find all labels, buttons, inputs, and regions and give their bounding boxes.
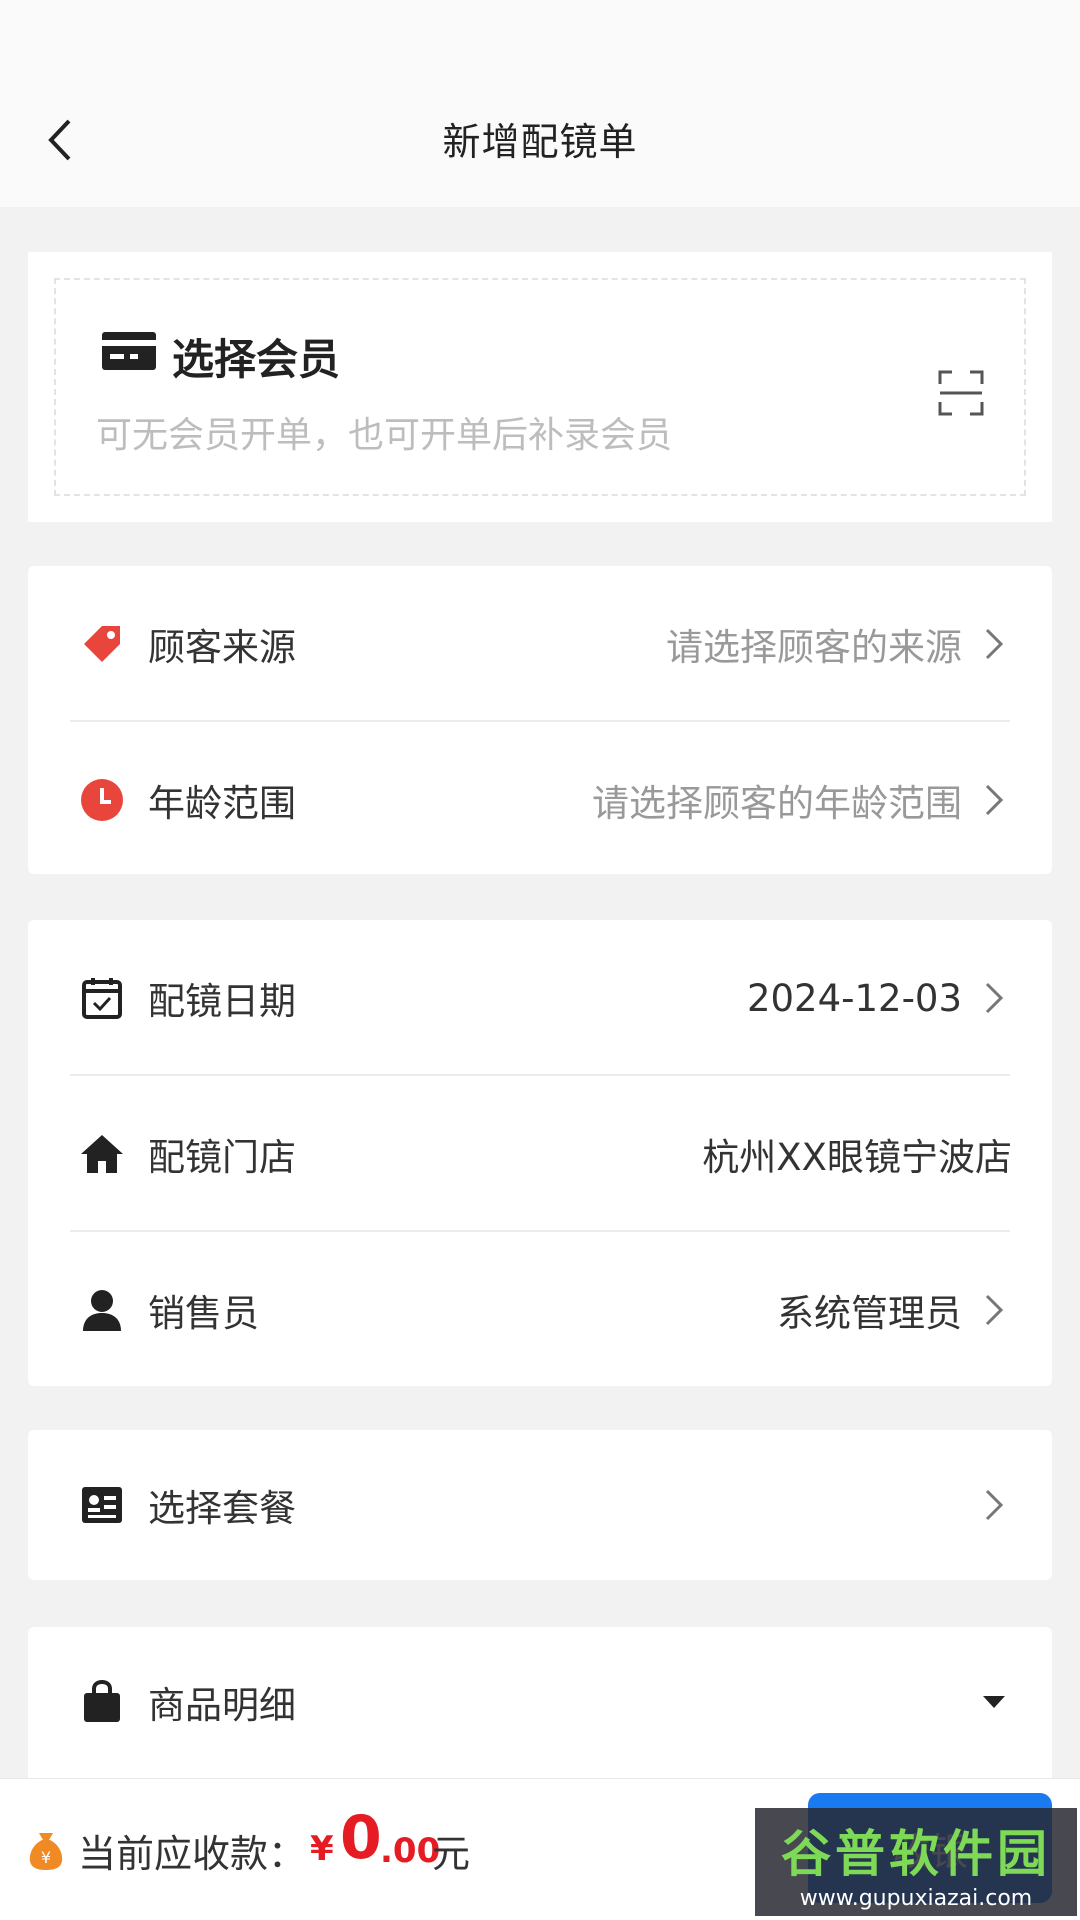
order-store-label: 配镜门店 bbox=[148, 1136, 296, 1179]
amount-label: 当前应收款： bbox=[78, 1832, 307, 1876]
amount-currency: ¥ bbox=[310, 1829, 334, 1869]
package-icon bbox=[82, 1487, 122, 1523]
package-label: 选择套餐 bbox=[148, 1487, 296, 1530]
seller-row[interactable]: 销售员 系统管理员 bbox=[68, 1232, 1012, 1388]
goods-row[interactable]: 商品明细 bbox=[68, 1627, 1012, 1777]
home-icon bbox=[81, 1135, 123, 1173]
package-row[interactable]: 选择套餐 bbox=[68, 1430, 1012, 1580]
customer-source-label: 顾客来源 bbox=[148, 626, 296, 669]
customer-source-value: 请选择顾客的来源 bbox=[666, 626, 962, 669]
page-title: 新增配镜单 bbox=[442, 120, 638, 164]
order-date-value: 2024-12-03 bbox=[746, 976, 962, 1020]
order-store-value: 杭州XX眼镜宁波店 bbox=[702, 1136, 1012, 1179]
chevron-left-icon bbox=[48, 119, 71, 161]
customer-card: 顾客来源 请选择顾客的来源 年龄范围 请选择顾客的年龄范围 bbox=[28, 566, 1052, 874]
order-date-label: 配镜日期 bbox=[148, 980, 296, 1023]
clock-icon bbox=[81, 779, 123, 821]
watermark: 谷普软件园 www.gupuxiazai.com bbox=[755, 1808, 1077, 1916]
chevron-right-icon bbox=[985, 628, 1004, 660]
scan-icon[interactable] bbox=[938, 370, 984, 416]
age-range-value: 请选择顾客的年龄范围 bbox=[592, 782, 962, 825]
user-icon bbox=[83, 1290, 121, 1331]
chevron-right-icon bbox=[985, 982, 1004, 1014]
order-info-card: 配镜日期 2024-12-03 配镜门店 杭州XX眼镜宁波店 销售员 系统管理员 bbox=[28, 920, 1052, 1386]
calendar-icon bbox=[82, 978, 122, 1019]
amount-integer: 0 bbox=[340, 1803, 382, 1873]
nav-bar: 新增配镜单 bbox=[0, 70, 1080, 207]
age-range-label: 年龄范围 bbox=[148, 782, 296, 825]
seller-value: 系统管理员 bbox=[777, 1292, 962, 1335]
status-bar bbox=[0, 0, 1080, 70]
shopping-bag-icon bbox=[84, 1680, 120, 1722]
member-subtitle: 可无会员开单，也可开单后补录会员 bbox=[96, 415, 673, 456]
amount-unit: 元 bbox=[432, 1832, 471, 1876]
member-card-icon bbox=[102, 332, 156, 370]
customer-source-row[interactable]: 顾客来源 请选择顾客的来源 bbox=[68, 566, 1012, 722]
member-select-area[interactable]: 选择会员 可无会员开单，也可开单后补录会员 bbox=[54, 278, 1026, 496]
tag-icon bbox=[84, 626, 120, 662]
caret-down-icon bbox=[983, 1696, 1005, 1708]
chevron-right-icon bbox=[985, 1294, 1004, 1326]
back-button[interactable] bbox=[30, 110, 90, 170]
seller-label: 销售员 bbox=[148, 1292, 259, 1335]
chevron-right-icon bbox=[985, 784, 1004, 816]
watermark-url: www.gupuxiazai.com bbox=[799, 1885, 1033, 1911]
chevron-right-icon bbox=[985, 1489, 1004, 1521]
watermark-title: 谷普软件园 bbox=[781, 1824, 1051, 1883]
package-card: 选择套餐 bbox=[28, 1430, 1052, 1580]
order-date-row[interactable]: 配镜日期 2024-12-03 bbox=[68, 920, 1012, 1076]
member-title: 选择会员 bbox=[172, 335, 341, 384]
member-card[interactable]: 选择会员 可无会员开单，也可开单后补录会员 bbox=[28, 252, 1052, 522]
money-bag-icon: ¥ bbox=[29, 1833, 63, 1870]
svg-text:¥: ¥ bbox=[41, 1848, 51, 1867]
goods-label: 商品明细 bbox=[148, 1684, 296, 1727]
order-store-row: 配镜门店 杭州XX眼镜宁波店 bbox=[68, 1076, 1012, 1232]
age-range-row[interactable]: 年龄范围 请选择顾客的年龄范围 bbox=[68, 722, 1012, 878]
